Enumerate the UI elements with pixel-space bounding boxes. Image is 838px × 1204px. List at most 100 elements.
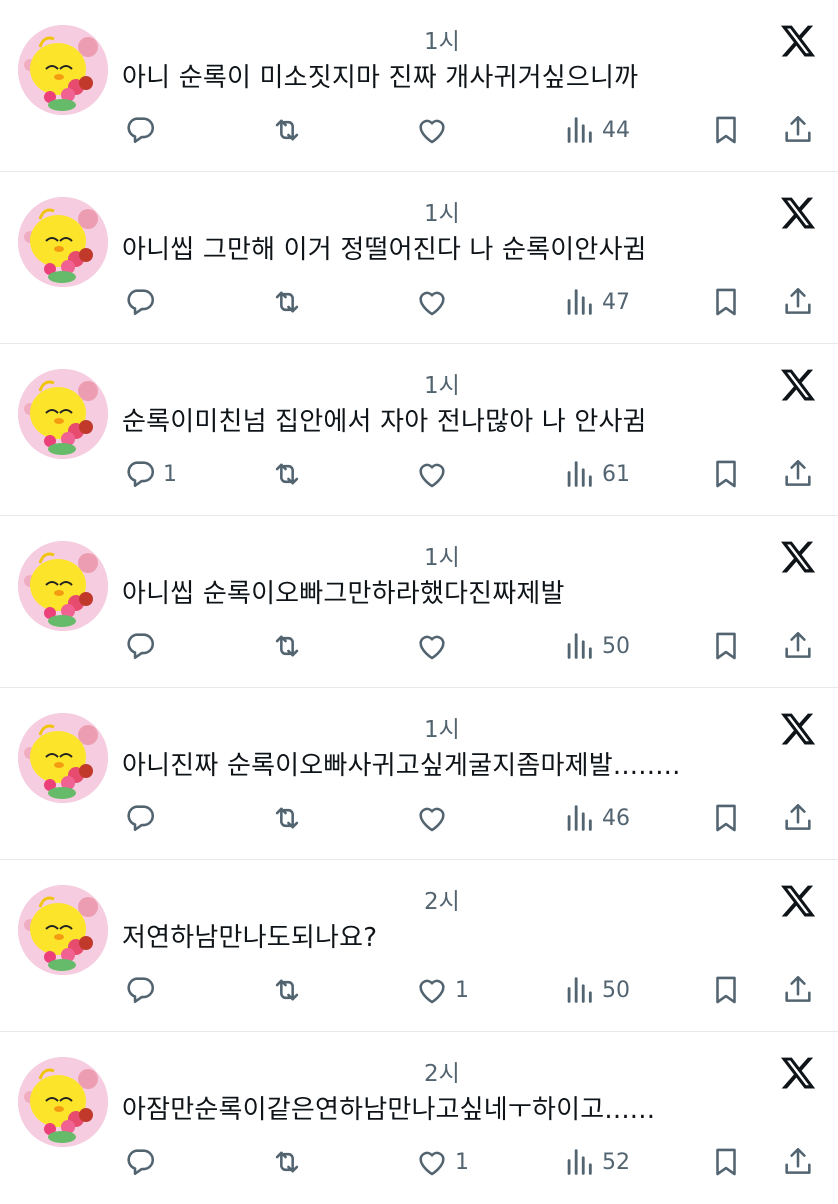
reply-icon [127, 1149, 155, 1176]
views-count: 61 [602, 461, 630, 487]
retweet-icon [275, 807, 299, 829]
reply-button[interactable] [123, 972, 163, 1008]
heart-icon [419, 635, 445, 660]
bookmark-icon [716, 804, 736, 832]
views-count: 47 [602, 289, 630, 315]
reply-button[interactable] [123, 284, 163, 320]
tweet[interactable]: 1시 아니씹 순록이오빠그만하라했다진짜제발 50 [0, 516, 838, 688]
x-logo-icon [779, 194, 817, 232]
tweet[interactable]: 2시 저연하남만나도되나요? 1 50 [0, 860, 838, 1032]
reply-icon [127, 117, 155, 144]
x-logo-icon [779, 710, 817, 748]
views-button[interactable]: 47 [562, 284, 630, 320]
views-button[interactable]: 46 [562, 800, 630, 836]
share-button[interactable] [781, 800, 815, 836]
bookmark-button[interactable] [709, 112, 743, 148]
retweet-button[interactable] [270, 456, 304, 492]
heart-icon [419, 979, 445, 1004]
tweet[interactable]: 1시 아니 순록이 미소짓지마 진짜 개사귀거싶으니까 44 [0, 0, 838, 172]
retweet-icon [275, 1151, 299, 1173]
retweet-button[interactable] [270, 284, 304, 320]
x-logo-icon [779, 366, 817, 404]
views-icon [567, 461, 592, 487]
share-icon [785, 975, 811, 1002]
tweet-timestamp[interactable]: 2시 [424, 1054, 460, 1088]
tweet-actions: 1 52 [0, 1144, 838, 1180]
reply-button[interactable] [123, 1144, 163, 1180]
bookmark-button[interactable] [709, 628, 743, 664]
tweet-timestamp[interactable]: 1시 [424, 710, 460, 744]
like-button[interactable] [415, 800, 455, 836]
views-icon [567, 805, 592, 831]
yellow-bird-avatar-icon[interactable] [18, 197, 108, 287]
like-button[interactable] [415, 628, 455, 664]
like-button[interactable]: 1 [415, 1144, 469, 1180]
yellow-bird-avatar-icon[interactable] [18, 369, 108, 459]
reply-button[interactable] [123, 112, 163, 148]
yellow-bird-avatar-icon[interactable] [18, 541, 108, 631]
retweet-button[interactable] [270, 628, 304, 664]
yellow-bird-avatar-icon[interactable] [18, 885, 108, 975]
reply-button[interactable]: 1 [123, 456, 177, 492]
retweet-button[interactable] [270, 972, 304, 1008]
tweet-actions: 44 [0, 112, 838, 148]
tweet-actions: 50 [0, 628, 838, 664]
yellow-bird-avatar-icon[interactable] [18, 1057, 108, 1147]
retweet-icon [275, 979, 299, 1001]
bookmark-button[interactable] [709, 284, 743, 320]
retweet-button[interactable] [270, 112, 304, 148]
like-button[interactable] [415, 112, 455, 148]
yellow-bird-avatar-icon[interactable] [18, 713, 108, 803]
retweet-icon [275, 119, 299, 141]
reply-icon [127, 805, 155, 832]
views-button[interactable]: 50 [562, 628, 630, 664]
retweet-button[interactable] [270, 1144, 304, 1180]
tweet[interactable]: 1시 아니씹 그만해 이거 정떨어진다 나 순록이안사귐 47 [0, 172, 838, 344]
views-button[interactable]: 44 [562, 112, 630, 148]
share-icon [785, 459, 811, 486]
share-icon [785, 1147, 811, 1174]
share-button[interactable] [781, 112, 815, 148]
tweet-timestamp[interactable]: 1시 [424, 366, 460, 400]
bookmark-button[interactable] [709, 456, 743, 492]
tweet-timestamp[interactable]: 1시 [424, 22, 460, 56]
views-button[interactable]: 61 [562, 456, 630, 492]
tweet[interactable]: 1시 순록이미친넘 집안에서 자아 전나많아 나 안사귐 1 61 [0, 344, 838, 516]
tweet-text: 저연하남만나도되나요? [122, 923, 378, 953]
views-button[interactable]: 52 [562, 1144, 630, 1180]
reply-button[interactable] [123, 800, 163, 836]
x-logo-icon [779, 22, 817, 60]
like-button[interactable] [415, 284, 455, 320]
views-count: 52 [602, 1149, 630, 1175]
share-button[interactable] [781, 284, 815, 320]
views-button[interactable]: 50 [562, 972, 630, 1008]
share-button[interactable] [781, 972, 815, 1008]
views-count: 50 [602, 977, 630, 1003]
tweet[interactable]: 1시 아니진짜 순록이오빠사귀고싶게굴지좀마제발........ 46 [0, 688, 838, 860]
share-button[interactable] [781, 456, 815, 492]
bookmark-button[interactable] [709, 1144, 743, 1180]
like-count: 1 [455, 977, 469, 1003]
bookmark-button[interactable] [709, 800, 743, 836]
reply-button[interactable] [123, 628, 163, 664]
tweet-timestamp[interactable]: 1시 [424, 194, 460, 228]
views-icon [567, 289, 592, 315]
tweet[interactable]: 2시 아잠만순록이같은연하남만나고싶네ㅜ하이고...... 1 52 [0, 1032, 838, 1204]
bookmark-button[interactable] [709, 972, 743, 1008]
share-button[interactable] [781, 628, 815, 664]
views-icon [567, 633, 592, 659]
views-count: 46 [602, 805, 630, 831]
tweet-timestamp[interactable]: 2시 [424, 882, 460, 916]
tweet-text: 아니진짜 순록이오빠사귀고싶게굴지좀마제발........ [122, 751, 681, 781]
reply-icon [127, 461, 155, 488]
share-icon [785, 631, 811, 658]
bookmark-icon [716, 976, 736, 1004]
like-button[interactable]: 1 [415, 972, 469, 1008]
retweet-icon [275, 291, 299, 313]
yellow-bird-avatar-icon[interactable] [18, 25, 108, 115]
retweet-button[interactable] [270, 800, 304, 836]
share-button[interactable] [781, 1144, 815, 1180]
tweet-text: 아니 순록이 미소짓지마 진짜 개사귀거싶으니까 [122, 63, 639, 93]
tweet-timestamp[interactable]: 1시 [424, 538, 460, 572]
like-button[interactable] [415, 456, 455, 492]
